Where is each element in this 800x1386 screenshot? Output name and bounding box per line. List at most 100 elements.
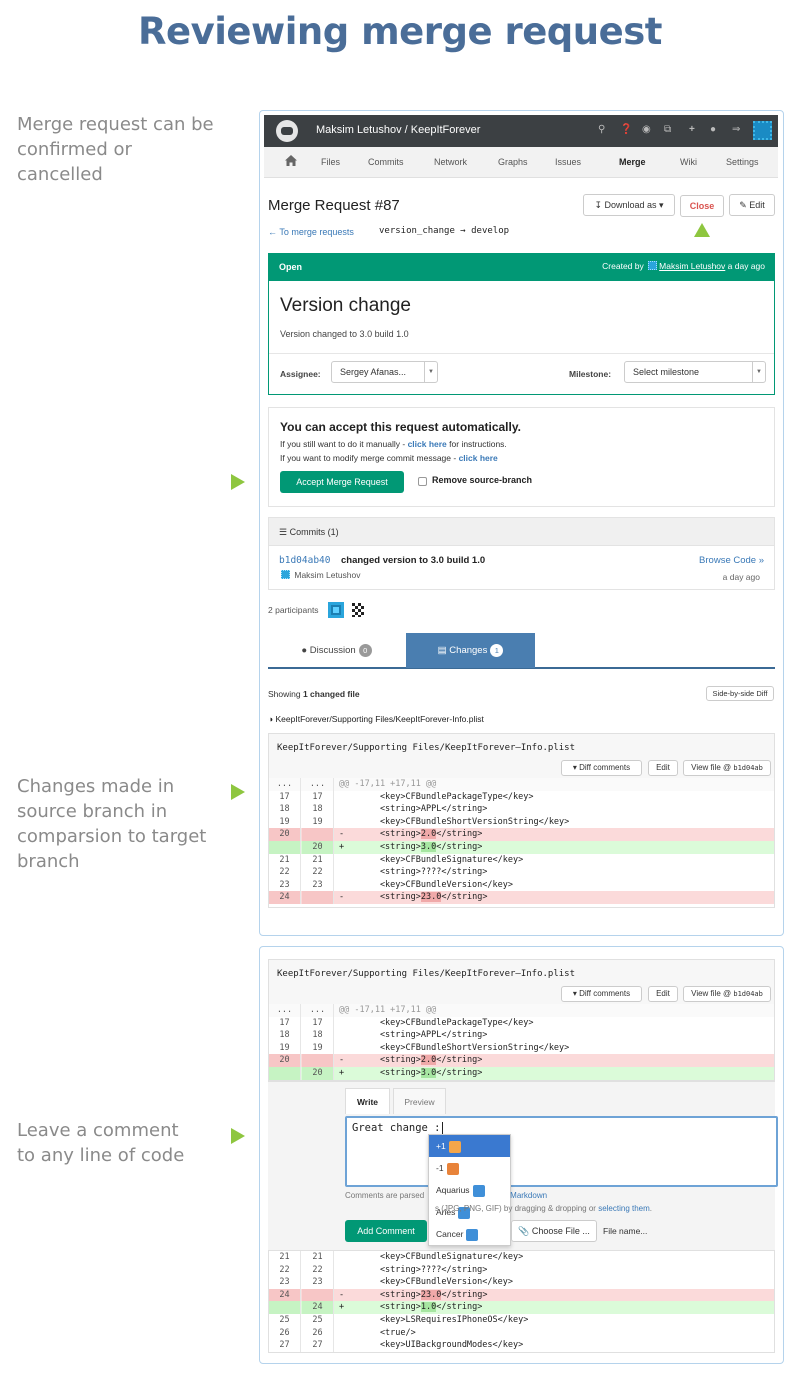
old-line-number[interactable]: 19 <box>269 1041 301 1055</box>
diff-line[interactable]: 24 - <string>23.0</string> <box>269 1288 774 1302</box>
milestone-select[interactable]: Select milestone ▼ <box>624 361 766 383</box>
old-line-number[interactable]: 17 <box>269 1016 301 1030</box>
plus-icon[interactable]: + <box>689 124 695 135</box>
diff-line[interactable]: 17 17 <key>CFBundlePackageType</key> <box>269 790 774 804</box>
old-line-number[interactable] <box>269 1301 301 1314</box>
new-line-number[interactable]: 20 <box>302 1067 334 1080</box>
diff-edit-button[interactable]: Edit <box>648 760 678 776</box>
author-link[interactable]: Maksim Letushov <box>659 261 725 271</box>
old-line-number[interactable]: 22 <box>269 866 301 879</box>
diff-line[interactable]: 23 23 <key>CFBundleVersion</key> <box>269 1276 774 1289</box>
diff-line[interactable]: 18 18 <string>APPL</string> <box>269 803 774 816</box>
diff-line[interactable]: 21 21 <key>CFBundleSignature</key> <box>269 853 774 867</box>
view-file-button[interactable]: View file @ b1d04ab <box>683 760 771 776</box>
download-as-button[interactable]: ↧ Download as ▾ <box>583 194 675 216</box>
new-line-number[interactable] <box>302 1054 334 1067</box>
old-line-number[interactable]: 20 <box>269 828 301 841</box>
diff-line[interactable]: 22 22 <string>????</string> <box>269 1263 774 1277</box>
close-button[interactable]: Close <box>680 195 724 217</box>
diff-line[interactable]: 20 - <string>2.0</string> <box>269 1054 774 1067</box>
tab-merge[interactable]: Merge <box>619 157 646 167</box>
tab-preview[interactable]: Preview <box>393 1088 446 1114</box>
tab-settings[interactable]: Settings <box>726 157 759 167</box>
emoji-option[interactable]: +1 <box>429 1135 510 1157</box>
new-line-number[interactable]: 21 <box>302 853 334 867</box>
new-line-number[interactable]: 23 <box>302 1276 334 1289</box>
new-line-number[interactable]: 19 <box>302 1041 334 1055</box>
old-line-number[interactable]: 18 <box>269 1029 301 1042</box>
side-by-side-diff-button[interactable]: Side-by-side Diff <box>706 686 774 701</box>
new-line-number[interactable]: 18 <box>302 1029 334 1042</box>
new-line-number[interactable]: 20 <box>302 841 334 854</box>
logout-icon[interactable]: ⇒ <box>732 124 740 135</box>
new-line-number[interactable]: ... <box>302 1004 334 1017</box>
comment-textarea[interactable]: Great change : <box>345 1116 778 1187</box>
old-line-number[interactable]: 23 <box>269 878 301 892</box>
home-icon[interactable] <box>285 155 297 166</box>
diff-line[interactable]: ...... @@ -17,11 +17,11 @@ <box>269 778 774 791</box>
diff-line[interactable]: 17 17 <key>CFBundlePackageType</key> <box>269 1016 774 1030</box>
old-line-number[interactable]: 21 <box>269 853 301 867</box>
diff-line[interactable]: 18 18 <string>APPL</string> <box>269 1029 774 1042</box>
tab-changes[interactable]: ▤ Changes 1 <box>406 633 535 668</box>
avatar[interactable] <box>753 121 772 140</box>
modify-message-link[interactable]: click here <box>459 453 498 463</box>
diff-line[interactable]: 24 + <string>1.0</string> <box>269 1301 774 1314</box>
new-line-number[interactable] <box>302 828 334 841</box>
old-line-number[interactable]: 24 <box>269 891 301 904</box>
diff-comments-button[interactable]: ▾ Diff comments <box>561 760 642 776</box>
new-line-number[interactable]: 24 <box>302 1301 334 1314</box>
assignee-select[interactable]: Sergey Afanas... ▼ <box>331 361 438 383</box>
tab-commits[interactable]: Commits <box>368 157 404 167</box>
new-line-number[interactable]: 25 <box>302 1314 334 1327</box>
old-line-number[interactable]: 18 <box>269 803 301 816</box>
diff-line[interactable]: 27 27 <key>UIBackgroundModes</key> <box>269 1339 774 1352</box>
diff-line[interactable]: 20 + <string>3.0</string> <box>269 841 774 854</box>
diff-comments-button[interactable]: ▾ Diff comments <box>561 986 642 1002</box>
tab-graphs[interactable]: Graphs <box>498 157 528 167</box>
new-line-number[interactable]: 23 <box>302 878 334 892</box>
diff-line[interactable]: ...... @@ -17,11 +17,11 @@ <box>269 1004 774 1017</box>
logo-icon[interactable] <box>276 120 298 142</box>
diff-line[interactable]: 22 22 <string>????</string> <box>269 866 774 879</box>
emoji-option[interactable]: -1 <box>429 1157 510 1179</box>
new-line-number[interactable]: 17 <box>302 1016 334 1030</box>
copy-icon[interactable]: ⧉ <box>664 124 671 135</box>
old-line-number[interactable]: 23 <box>269 1276 301 1289</box>
new-line-number[interactable]: 26 <box>302 1326 334 1340</box>
diff-line[interactable]: 19 19 <key>CFBundleShortVersionString</ke… <box>269 1041 774 1055</box>
new-line-number[interactable]: 22 <box>302 1263 334 1277</box>
add-comment-button[interactable]: Add Comment <box>345 1220 427 1242</box>
diff-line[interactable]: 19 19 <key>CFBundleShortVersionString</ke… <box>269 815 774 829</box>
diff-line[interactable]: 20 - <string>2.0</string> <box>269 828 774 841</box>
old-line-number[interactable]: 22 <box>269 1263 301 1277</box>
new-line-number[interactable]: 27 <box>302 1339 334 1352</box>
old-line-number[interactable]: 17 <box>269 790 301 804</box>
globe-icon[interactable]: ◉ <box>642 124 651 135</box>
accept-merge-request-button[interactable]: Accept Merge Request <box>280 471 404 493</box>
new-line-number[interactable]: 19 <box>302 815 334 829</box>
new-line-number[interactable]: ... <box>302 778 334 791</box>
participant-avatar[interactable] <box>328 602 344 618</box>
new-line-number[interactable]: 18 <box>302 803 334 816</box>
old-line-number[interactable]: 20 <box>269 1054 301 1067</box>
select-files-link[interactable]: selecting them <box>598 1204 650 1213</box>
new-line-number[interactable]: 17 <box>302 790 334 804</box>
new-line-number[interactable]: 22 <box>302 866 334 879</box>
old-line-number[interactable] <box>269 841 301 854</box>
old-line-number[interactable]: 19 <box>269 815 301 829</box>
remove-branch-label[interactable]: Remove source-branch <box>432 475 532 485</box>
new-line-number[interactable]: 21 <box>302 1251 334 1264</box>
browse-code-link[interactable]: Browse Code » <box>699 555 764 566</box>
old-line-number[interactable]: ... <box>269 778 301 791</box>
tab-wiki[interactable]: Wiki <box>680 157 697 167</box>
diff-line[interactable]: 23 23 <key>CFBundleVersion</key> <box>269 878 774 892</box>
changed-file-link[interactable]: ◑ KeepItForever/Supporting Files/KeepItF… <box>268 714 484 724</box>
old-line-number[interactable] <box>269 1067 301 1080</box>
old-line-number[interactable]: 24 <box>269 1288 301 1302</box>
tab-network[interactable]: Network <box>434 157 467 167</box>
tab-discussion[interactable]: ● Discussion 0 <box>268 633 405 668</box>
old-line-number[interactable]: 27 <box>269 1339 301 1352</box>
old-line-number[interactable]: ... <box>269 1004 301 1017</box>
old-line-number[interactable]: 26 <box>269 1326 301 1340</box>
